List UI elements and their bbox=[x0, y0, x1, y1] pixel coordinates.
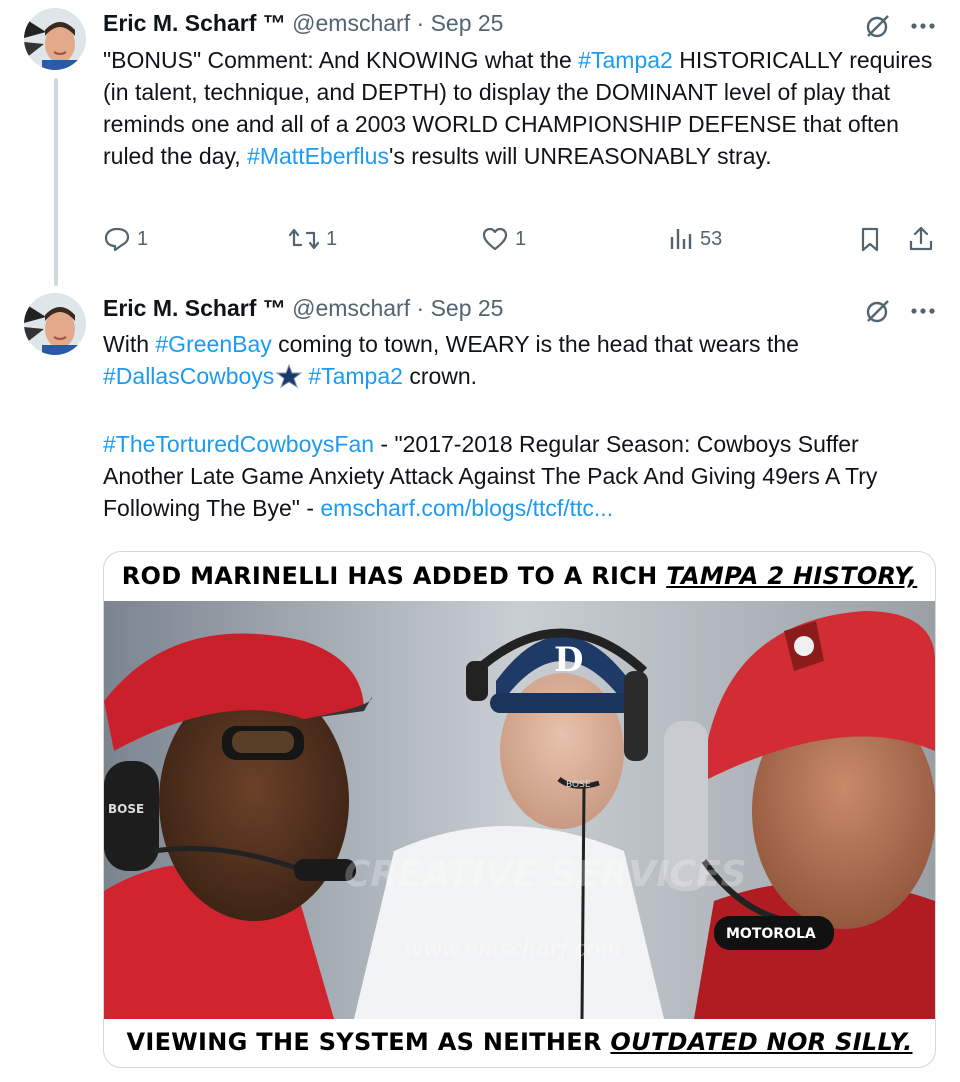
text-segment: With bbox=[103, 331, 156, 357]
text-line: #DallasCowboys #Tampa2 crown. bbox=[103, 360, 938, 396]
views-count: 53 bbox=[700, 227, 723, 250]
more-icon[interactable] bbox=[910, 22, 936, 30]
text-line: With #GreenBay coming to town, WEARY is … bbox=[103, 328, 938, 360]
tweet-top-actions bbox=[864, 12, 936, 40]
hashtag-tampa2[interactable]: #Tampa2 bbox=[308, 363, 403, 389]
tweet-text: "BONUS" Comment: And KNOWING what the #T… bbox=[103, 44, 938, 172]
avatar-image bbox=[24, 293, 86, 355]
reply-count: 1 bbox=[137, 227, 149, 250]
author-name[interactable]: Eric M. Scharf ™ bbox=[103, 295, 286, 321]
tweet-media-image[interactable]: ROD MARINELLI HAS ADDED TO A RICH TAMPA … bbox=[103, 551, 936, 1068]
grok-icon[interactable] bbox=[864, 297, 892, 325]
more-icon[interactable] bbox=[910, 307, 936, 315]
like-icon bbox=[482, 227, 508, 251]
star-icon bbox=[275, 363, 303, 396]
text-segment: coming to town, WEARY is the head that w… bbox=[271, 331, 799, 357]
repost-button[interactable]: 1 bbox=[288, 225, 337, 253]
separator: · bbox=[416, 295, 425, 321]
hashtag-matteberflus[interactable]: #MattEberflus bbox=[247, 143, 389, 169]
thread-connector bbox=[54, 78, 58, 286]
caption-bottom-emphasis: OUTDATED NOR SILLY. bbox=[610, 1028, 913, 1056]
repost-icon bbox=[288, 228, 320, 250]
tweet-date[interactable]: Sep 25 bbox=[431, 295, 504, 321]
tweet-header: Eric M. Scharf ™ @emscharf · Sep 25 bbox=[103, 295, 503, 322]
tweet-top-actions bbox=[864, 297, 936, 325]
text-paragraph: #TheTorturedCowboysFan - "2017-2018 Regu… bbox=[103, 428, 938, 524]
hashtag-torturedcowboysfan[interactable]: #TheTorturedCowboysFan bbox=[103, 431, 374, 457]
views-icon bbox=[670, 229, 692, 249]
views-button[interactable]: 53 bbox=[668, 225, 722, 253]
author-name[interactable]: Eric M. Scharf ™ bbox=[103, 10, 286, 36]
separator: · bbox=[416, 10, 425, 36]
hashtag-greenbay[interactable]: #GreenBay bbox=[155, 331, 271, 357]
grok-icon[interactable] bbox=[864, 12, 892, 40]
headset-brand-left: BOSE bbox=[108, 802, 144, 816]
hashtag-dallascowboys[interactable]: #DallasCowboys bbox=[103, 363, 274, 389]
cap-letter: D bbox=[554, 640, 583, 680]
text-segment: 's results will UNREASONABLY stray. bbox=[388, 143, 772, 169]
tweet-1[interactable]: Eric M. Scharf ™ @emscharf · Sep 25 "BON… bbox=[0, 0, 960, 286]
caption-top-emphasis: TAMPA 2 HISTORY, bbox=[666, 562, 918, 590]
watermark-services: CREATIVE SERVICES bbox=[344, 854, 747, 895]
reply-button[interactable]: 1 bbox=[103, 225, 148, 253]
avatar[interactable] bbox=[24, 8, 86, 70]
watermark-url: www.emscharf.com bbox=[404, 937, 621, 962]
caption-bottom-text: VIEWING THE SYSTEM AS NEITHER bbox=[126, 1028, 611, 1056]
share-icon bbox=[909, 226, 933, 251]
reply-icon bbox=[104, 227, 130, 252]
share-button[interactable] bbox=[907, 225, 935, 253]
author-handle[interactable]: @emscharf bbox=[292, 10, 410, 36]
hashtag-tampa2[interactable]: #Tampa2 bbox=[578, 47, 673, 73]
like-button[interactable]: 1 bbox=[481, 225, 526, 253]
blog-link[interactable]: emscharf.com/blogs/ttcf/ttc... bbox=[320, 495, 613, 521]
tweet-header: Eric M. Scharf ™ @emscharf · Sep 25 bbox=[103, 10, 503, 37]
headset-brand-right: MOTOROLA bbox=[726, 926, 816, 942]
avatar-image bbox=[24, 8, 86, 70]
photo-collage: D BOSE BOSE MOTOROLA CREATIVE SERVICES w… bbox=[104, 601, 935, 1019]
tweet-date[interactable]: Sep 25 bbox=[431, 10, 504, 36]
caption-bottom: VIEWING THE SYSTEM AS NEITHER OUTDATED N… bbox=[104, 1028, 935, 1056]
repost-count: 1 bbox=[326, 227, 338, 250]
avatar[interactable] bbox=[24, 293, 86, 355]
bookmark-icon bbox=[861, 227, 879, 252]
text-segment: crown. bbox=[402, 363, 478, 389]
caption-top: ROD MARINELLI HAS ADDED TO A RICH TAMPA … bbox=[104, 562, 935, 590]
author-handle[interactable]: @emscharf bbox=[292, 295, 410, 321]
bookmark-button[interactable] bbox=[857, 225, 883, 253]
headset-brand-middle: BOSE bbox=[566, 780, 591, 790]
caption-top-text: ROD MARINELLI HAS ADDED TO A RICH bbox=[121, 562, 667, 590]
tweet-text: With #GreenBay coming to town, WEARY is … bbox=[103, 328, 938, 524]
text-segment: "BONUS" Comment: And KNOWING what the bbox=[103, 47, 579, 73]
tweet-action-bar: 1 1 1 53 bbox=[103, 225, 938, 257]
like-count: 1 bbox=[515, 227, 527, 250]
